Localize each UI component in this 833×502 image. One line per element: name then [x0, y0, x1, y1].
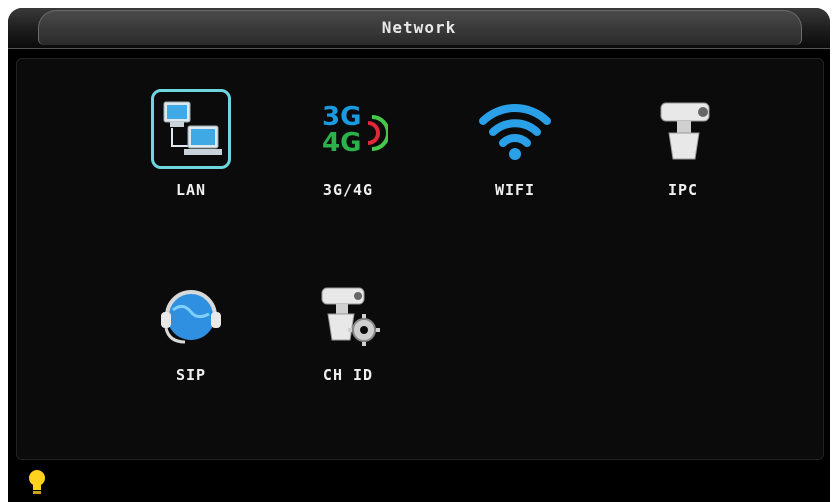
title-bar: Network: [8, 8, 830, 49]
icon-holder: 3G 4G: [308, 89, 388, 169]
status-bar: [8, 464, 830, 502]
menu-item-label: WIFI: [494, 181, 536, 199]
menu-item-lan[interactable]: LAN: [131, 89, 251, 219]
network-menu-panel: LAN 3G 4G 3G/4G WIFI IPC SIP CH ID: [16, 58, 824, 460]
menu-item-label: SIP: [175, 366, 207, 384]
icon-holder: [308, 274, 388, 354]
menu-item-label: CH ID: [322, 366, 374, 384]
menu-item-label: LAN: [175, 181, 207, 199]
ip-camera-icon: [660, 102, 710, 160]
icon-holder: [475, 89, 555, 169]
lightbulb-icon: [29, 470, 45, 494]
3g-4g-signal-icon: 3G 4G: [322, 102, 388, 158]
menu-item-label: IPC: [667, 181, 699, 199]
window-title: Network: [381, 18, 457, 37]
wifi-icon: [479, 104, 551, 160]
menu-item-wifi[interactable]: WIFI: [455, 89, 575, 219]
network-window: Network LAN 3G 4G 3G/4G WIFI IPC SIP CH …: [8, 8, 830, 502]
icon-holder: [151, 274, 231, 354]
camera-gear-icon: [321, 287, 380, 346]
icon-holder: [643, 89, 723, 169]
menu-item-label: 3G/4G: [322, 181, 374, 199]
menu-item-sip[interactable]: SIP: [131, 274, 251, 404]
globe-headset-icon: [161, 290, 221, 344]
menu-item-ipc[interactable]: IPC: [623, 89, 743, 219]
menu-item-3g-4g[interactable]: 3G 4G 3G/4G: [288, 89, 408, 219]
lan-computers-icon: [163, 101, 222, 155]
svg-text:4G: 4G: [322, 128, 361, 158]
selection-highlight: [151, 89, 231, 169]
menu-item-ch-id[interactable]: CH ID: [288, 274, 408, 404]
